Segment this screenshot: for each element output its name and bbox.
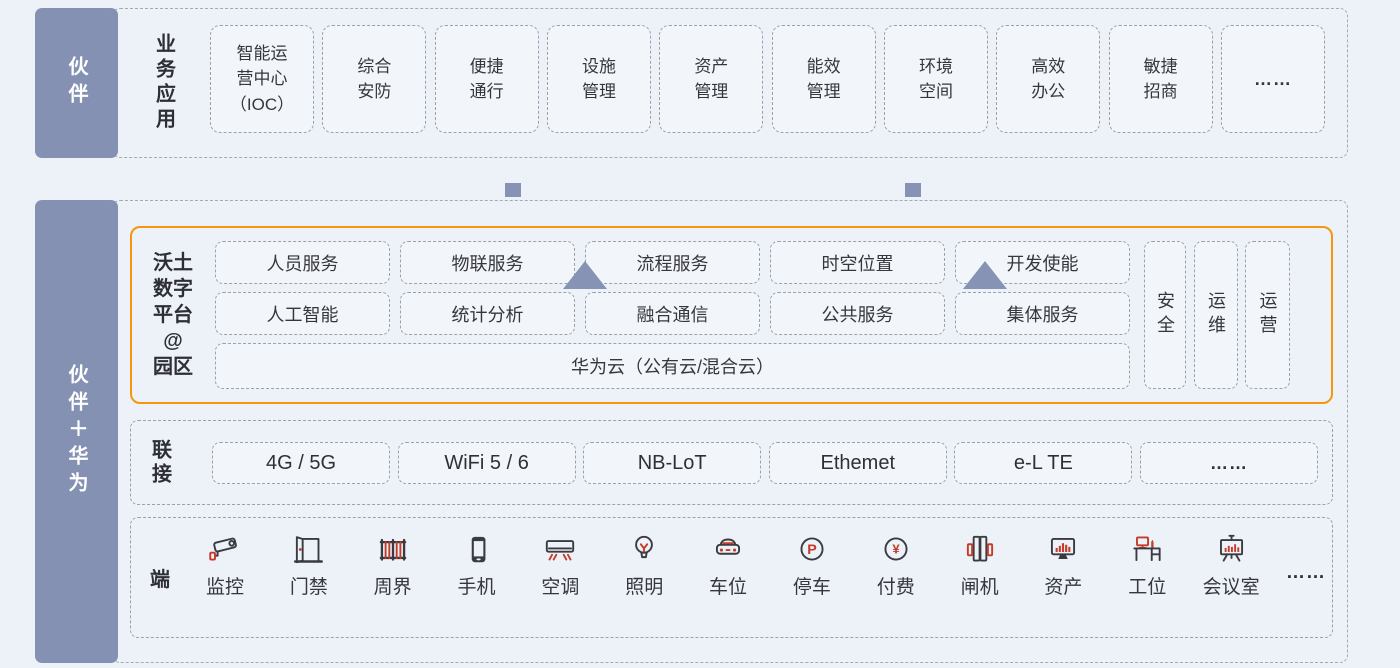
turnstile-icon — [960, 530, 1000, 568]
ops-box-maintenance: 运维 — [1194, 241, 1238, 389]
app-box-asset: 资产 管理 — [659, 25, 763, 133]
device-item: 门禁 — [280, 530, 338, 599]
service-box-spacetime: 时空位置 — [770, 241, 945, 284]
service-box-ai: 人工智能 — [215, 292, 390, 335]
device-item: 监控 — [196, 530, 254, 599]
parking-icon: P — [792, 530, 832, 568]
connect-box-nbiot: NB-LoT — [583, 442, 761, 484]
mobile-phone-icon — [457, 530, 497, 568]
app-box-access: 便捷 通行 — [435, 25, 539, 133]
service-box-public: 公共服务 — [770, 292, 945, 335]
up-arrow-icon — [563, 261, 607, 289]
sidebar-partner-huawei-label: 伙伴＋华为 — [62, 364, 91, 499]
payment-icon: ¥ — [876, 530, 916, 568]
connect-box-elte: e-L TE — [954, 442, 1132, 484]
connector-square — [905, 183, 921, 197]
connector-square — [505, 183, 521, 197]
service-box-iot: 物联服务 — [400, 241, 575, 284]
service-box-process: 流程服务 — [585, 241, 760, 284]
devices-row-label: 端 — [134, 517, 186, 638]
asset-monitor-icon — [1043, 530, 1083, 568]
door-access-icon — [289, 530, 329, 568]
light-bulb-icon — [624, 530, 664, 568]
app-box-office: 高效 办公 — [996, 25, 1100, 133]
app-box-ioc: 智能运 营中心 （IOC） — [210, 25, 314, 133]
device-item: 手机 — [448, 530, 506, 599]
device-item: 空调 — [531, 530, 589, 599]
service-box-statistics: 统计分析 — [400, 292, 575, 335]
platform-frame: 人员服务 物联服务 流程服务 时空位置 开发使能 人工智能 统计分析 融合通信 … — [130, 226, 1333, 404]
device-item: 周界 — [364, 530, 422, 599]
business-apps-row: 智能运 营中心 （IOC） 综合 安防 便捷 通行 设施 管理 资产 管理 能效… — [210, 25, 1325, 133]
platform-label: 沃土 数字 平台 @ 园区 — [140, 226, 206, 404]
app-box-energy: 能效 管理 — [772, 25, 876, 133]
service-box-personnel: 人员服务 — [215, 241, 390, 284]
device-item: ¥ 付费 — [867, 530, 925, 599]
connect-row-label: 联接 — [134, 420, 186, 505]
meeting-room-icon — [1211, 530, 1251, 568]
cctv-camera-icon — [205, 530, 245, 568]
fence-icon — [373, 530, 413, 568]
connect-box-more: …… — [1140, 442, 1318, 484]
sidebar-partner: 伙伴 — [35, 8, 118, 158]
device-item: 车位 — [699, 530, 757, 599]
yen-symbol: ¥ — [892, 542, 900, 557]
air-conditioner-icon — [540, 530, 580, 568]
connect-box-wifi: WiFi 5 / 6 — [398, 442, 576, 484]
up-arrow-icon — [963, 261, 1007, 289]
app-box-security: 综合 安防 — [322, 25, 426, 133]
devices-row: 监控 门禁 周界 手机 空调 — [196, 530, 1326, 599]
sidebar-partner-label: 伙伴 — [62, 56, 91, 110]
service-box-communication: 融合通信 — [585, 292, 760, 335]
devices-more-dots: …… — [1286, 530, 1326, 599]
parking-letter: P — [807, 542, 817, 558]
device-item: 照明 — [615, 530, 673, 599]
app-box-more: …… — [1221, 25, 1325, 133]
device-item: P 停车 — [783, 530, 841, 599]
workstation-icon — [1127, 530, 1167, 568]
sidebar-partner-huawei: 伙伴＋华为 — [35, 200, 118, 663]
app-box-environment: 环境 空间 — [884, 25, 988, 133]
business-apps-row-label: 业务应用 — [140, 8, 188, 158]
huawei-cloud-box: 华为云（公有云/混合云） — [215, 343, 1130, 389]
app-box-investment: 敏捷 招商 — [1109, 25, 1213, 133]
connect-box-ethernet: Ethemet — [769, 442, 947, 484]
car-icon — [708, 530, 748, 568]
app-box-facility: 设施 管理 — [547, 25, 651, 133]
ops-box-security: 安全 — [1144, 241, 1186, 389]
device-item: 会议室 — [1202, 530, 1260, 599]
device-item: 工位 — [1118, 530, 1176, 599]
platform-services-row-2: 人工智能 统计分析 融合通信 公共服务 集体服务 — [215, 292, 1130, 335]
service-box-collective: 集体服务 — [955, 292, 1130, 335]
connect-box-4g5g: 4G / 5G — [212, 442, 390, 484]
ops-box-operation: 运营 — [1245, 241, 1290, 389]
device-item: 资产 — [1034, 530, 1092, 599]
device-item: 闸机 — [951, 530, 1009, 599]
connect-row: 4G / 5G WiFi 5 / 6 NB-LoT Ethemet e-L TE… — [212, 442, 1318, 484]
